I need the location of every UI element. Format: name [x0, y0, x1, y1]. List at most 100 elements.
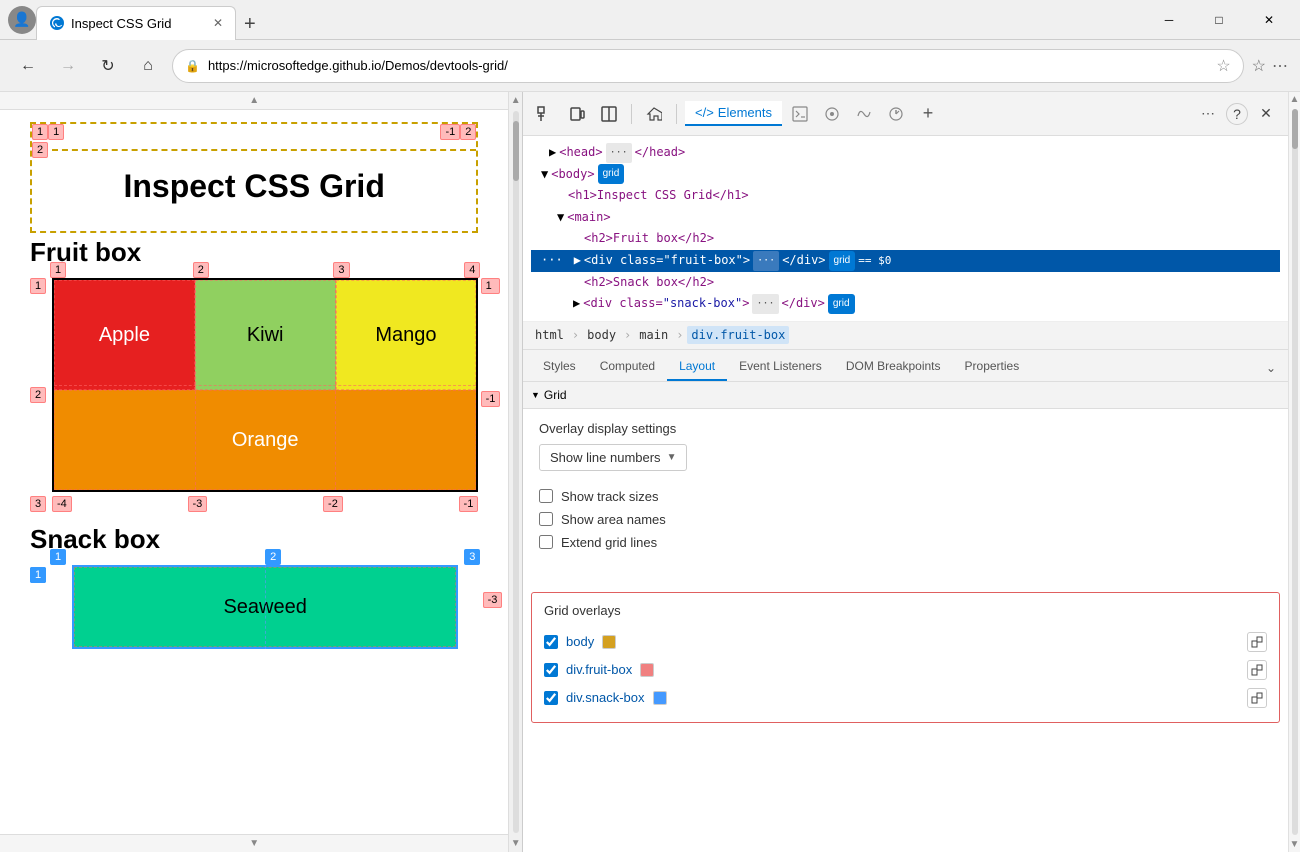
dom-line-head[interactable]: ▶ <head> ··· </head>: [531, 142, 1280, 164]
sources-tab-button[interactable]: [818, 100, 846, 128]
overlay-fruit-name[interactable]: div.fruit-box: [566, 662, 632, 677]
minimize-button[interactable]: ─: [1146, 4, 1192, 36]
head-expand[interactable]: ▶: [549, 142, 556, 164]
maximize-button[interactable]: □: [1196, 4, 1242, 36]
new-tab-button[interactable]: +: [236, 9, 264, 40]
show-area-names-checkbox[interactable]: [539, 512, 553, 526]
grid-col-label-2: 2: [460, 124, 476, 140]
tab-properties[interactable]: Properties: [953, 353, 1032, 381]
tab-close-btn[interactable]: ✕: [213, 16, 223, 30]
grid-section-header[interactable]: ▼ Grid: [523, 382, 1288, 409]
breadcrumb-active[interactable]: div.fruit-box: [687, 326, 789, 344]
add-panel-button[interactable]: +: [914, 100, 942, 128]
overlay-body-name[interactable]: body: [566, 634, 594, 649]
device-toolbar-button[interactable]: [563, 100, 591, 128]
dt-scroll-thumb[interactable]: [1292, 109, 1298, 149]
dt-scroll-track[interactable]: [1292, 109, 1298, 835]
breadcrumb-body[interactable]: body: [583, 326, 620, 344]
col-label-4: 4: [464, 262, 480, 278]
dt-scroll-down[interactable]: ▼: [1290, 837, 1300, 852]
checkboxes-group: Show track sizes Show area names Extend …: [539, 485, 1272, 554]
grid-col-label-1: 1: [32, 124, 48, 140]
breadcrumb-main[interactable]: main: [635, 326, 672, 344]
fruit-grid-badge: grid: [829, 251, 856, 271]
console-tab-button[interactable]: [786, 100, 814, 128]
back-button[interactable]: ←: [12, 50, 44, 82]
home-button[interactable]: ⌂: [132, 50, 164, 82]
dom-line-div-fruit[interactable]: ··· ▶ <div class="fruit-box"> ··· </div>…: [531, 250, 1280, 272]
overlay-snack-name[interactable]: div.snack-box: [566, 690, 645, 705]
seaweed-cell: Seaweed: [74, 567, 456, 647]
scrollbar-track[interactable]: [513, 111, 519, 833]
overlay-body-inspect[interactable]: [1247, 632, 1267, 652]
tab-styles[interactable]: Styles: [531, 353, 588, 381]
breadcrumb-html[interactable]: html: [531, 326, 568, 344]
snack-ellipsis[interactable]: ···: [752, 294, 778, 314]
navigation-bar: ← → ↻ ⌂ 🔒 ☆ ☆ ⋯: [0, 40, 1300, 92]
dom-line-h2-snack[interactable]: <h2>Snack box</h2>: [531, 272, 1280, 294]
overlay-snack-inspect[interactable]: [1247, 688, 1267, 708]
network-tab-button[interactable]: [850, 100, 878, 128]
grid-section-collapse-icon: ▼: [531, 390, 540, 400]
show-track-sizes-checkbox[interactable]: [539, 489, 553, 503]
favorites-button[interactable]: ☆: [1252, 56, 1266, 76]
tab-computed[interactable]: Computed: [588, 353, 667, 381]
dom-line-body[interactable]: ▼ <body> grid: [531, 164, 1280, 186]
elements-panel-toggle[interactable]: [595, 100, 623, 128]
active-tab[interactable]: Inspect CSS Grid ✕: [36, 6, 236, 40]
scrollbar-down[interactable]: ▼: [511, 835, 521, 852]
url-input[interactable]: [208, 58, 1208, 73]
body-expand[interactable]: ▼: [541, 164, 548, 186]
dt-scroll-up[interactable]: ▲: [1290, 92, 1300, 107]
dom-line-main[interactable]: ▼ <main>: [531, 207, 1280, 229]
body-open-tag: <body>: [551, 164, 594, 186]
inspect-element-button[interactable]: [531, 100, 559, 128]
scroll-down-arrow[interactable]: ▼: [0, 834, 508, 852]
tab-layout[interactable]: Layout: [667, 353, 727, 381]
snack-col-1: 1: [50, 549, 66, 565]
help-button[interactable]: ?: [1226, 103, 1248, 125]
dropdown-arrow-icon: ▼: [667, 452, 677, 463]
extend-grid-lines-checkbox[interactable]: [539, 535, 553, 549]
page-heading: Inspect CSS Grid: [32, 168, 476, 205]
panel-tabs-more[interactable]: ⌄: [1262, 355, 1280, 381]
fruit-ellipsis[interactable]: ···: [753, 251, 779, 271]
overlay-snack-checkbox[interactable]: [544, 691, 558, 705]
dom-line-h2-fruit[interactable]: <h2>Fruit box</h2>: [531, 228, 1280, 250]
grid-overlays-section: Grid overlays body div.fruit-box: [531, 592, 1280, 723]
tab-event-listeners[interactable]: Event Listeners: [727, 353, 834, 381]
overlay-fruit-checkbox[interactable]: [544, 663, 558, 677]
head-ellipsis[interactable]: ···: [606, 143, 632, 163]
fruit-row-labels-left: 1 2 3: [30, 278, 46, 512]
scroll-up-arrow[interactable]: ▲: [0, 92, 508, 110]
div-snack-expand[interactable]: ▶: [573, 293, 580, 315]
elements-tab-button[interactable]: </> Elements: [685, 101, 782, 126]
favorite-star-icon[interactable]: ☆: [1216, 56, 1230, 76]
more-button[interactable]: ⋯: [1272, 56, 1288, 76]
div-fruit-expand[interactable]: ▶: [574, 250, 581, 272]
h1-tag: <h1>Inspect CSS Grid</h1>: [568, 185, 749, 207]
user-avatar: 👤: [8, 6, 36, 34]
forward-button[interactable]: →: [52, 50, 84, 82]
line-numbers-dropdown[interactable]: Show line numbers ▼: [539, 444, 687, 471]
main-expand[interactable]: ▼: [557, 207, 564, 229]
close-button[interactable]: ✕: [1246, 4, 1292, 36]
close-devtools-button[interactable]: ✕: [1252, 100, 1280, 128]
home-devtools-button[interactable]: [640, 100, 668, 128]
nav-right-controls: ☆ ⋯: [1252, 56, 1288, 76]
snack-grid-wrapper: 1 2 3 1 -3 Seaweed: [52, 565, 478, 649]
refresh-button[interactable]: ↻: [92, 50, 124, 82]
grid-outline-top: 1 1 -1 2 2 Inspect CSS Grid: [30, 122, 478, 233]
dom-line-h1[interactable]: <h1>Inspect CSS Grid</h1>: [531, 185, 1280, 207]
tab-dom-breakpoints[interactable]: DOM Breakpoints: [834, 353, 953, 381]
overlay-settings-group: Overlay display settings Show line numbe…: [539, 421, 1272, 471]
scrollbar-thumb[interactable]: [513, 121, 519, 181]
performance-tab-button[interactable]: [882, 100, 910, 128]
overlay-fruit-inspect[interactable]: [1247, 660, 1267, 680]
scrollbar-up[interactable]: ▲: [511, 92, 521, 109]
more-panels-button[interactable]: ⋯: [1194, 100, 1222, 128]
overlay-body-checkbox[interactable]: [544, 635, 558, 649]
dom-line-div-snack[interactable]: ▶ <div class="snack-box"> ··· </div> gri…: [531, 293, 1280, 315]
fruit-pseudo: == $0: [858, 251, 891, 271]
devtools-scrollbar: ▲ ▼: [1288, 92, 1300, 852]
